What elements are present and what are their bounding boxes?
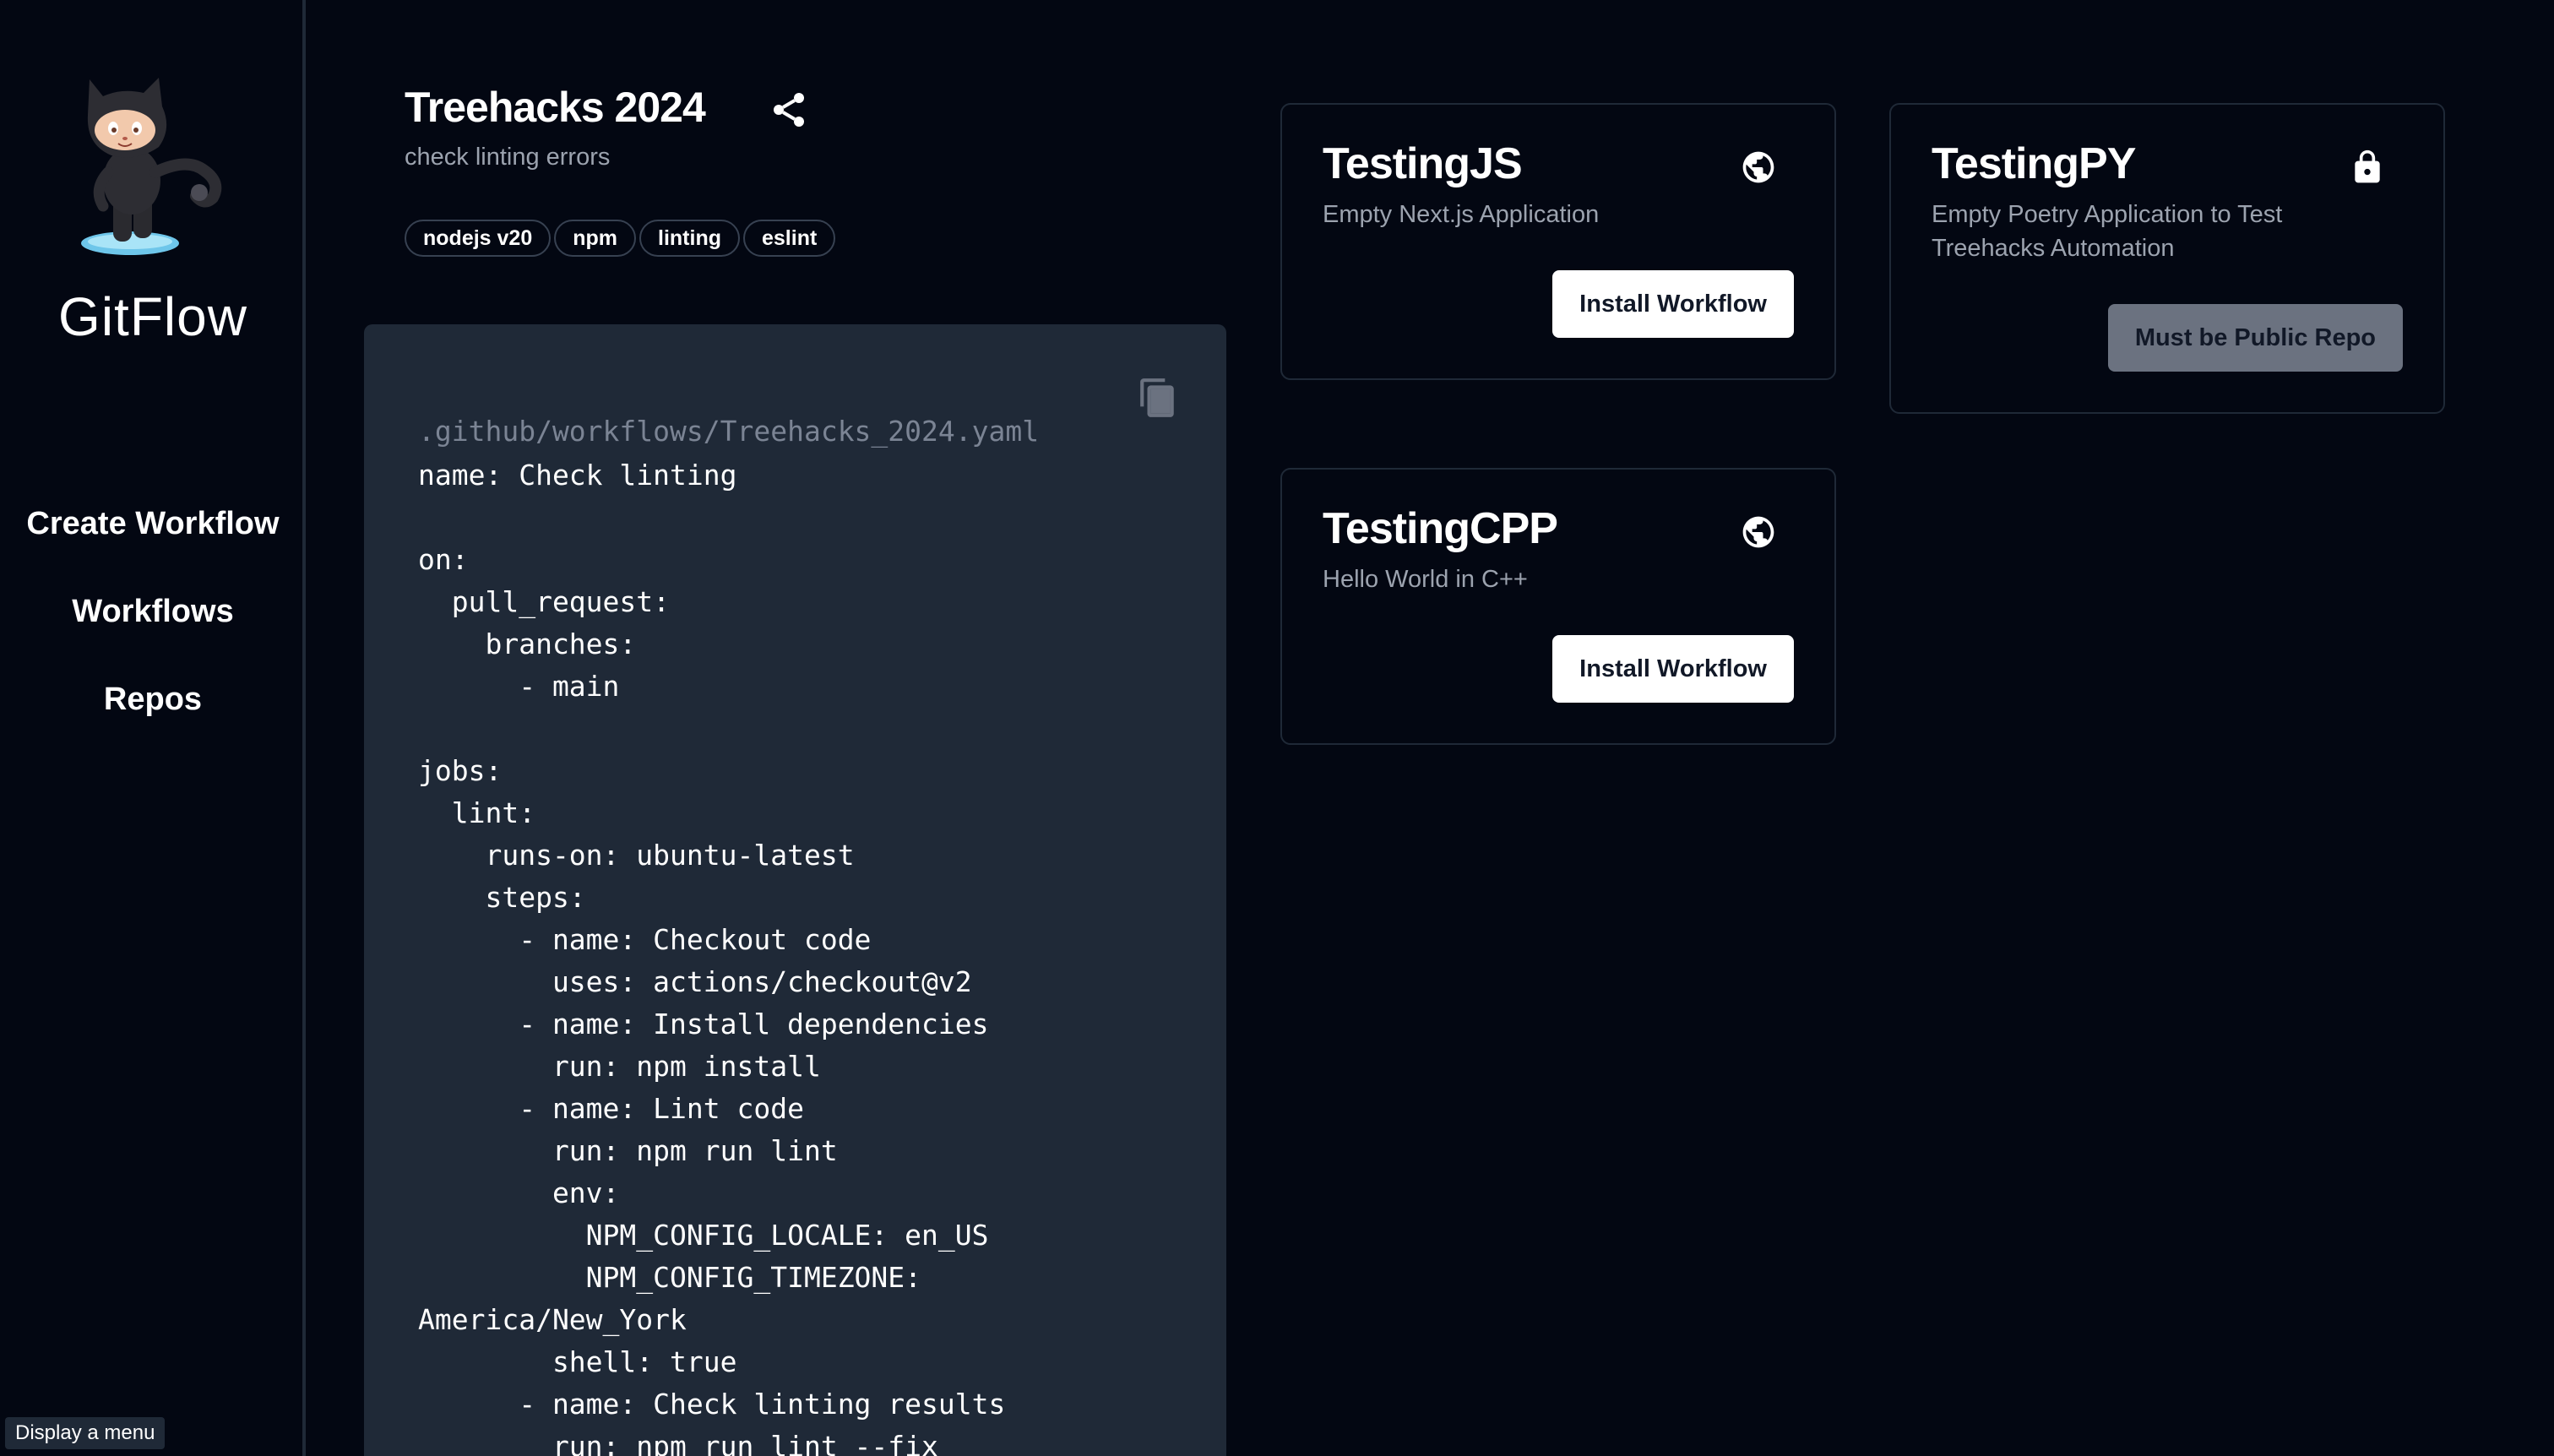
copy-icon[interactable]	[1137, 377, 1179, 419]
workflow-title: Treehacks 2024	[405, 84, 706, 131]
tag-chip: npm	[554, 220, 637, 257]
octocat-mascot-logo	[81, 78, 222, 255]
must-be-public-repo-button[interactable]: Must be Public Repo	[2107, 304, 2403, 372]
workflow-code-panel[interactable]: .github/workflows/Treehacks_2024.yaml na…	[364, 324, 1226, 1456]
workflow-tags: nodejs v20 npm linting eslint	[405, 220, 836, 257]
repo-card-testingjs: TestingJS Empty Next.js Application Inst…	[1280, 103, 1836, 380]
nav-workflows[interactable]: Workflows	[0, 586, 306, 674]
app-brand: GitFlow	[58, 286, 247, 347]
repo-description: Empty Poetry Application to Test Treehac…	[1932, 201, 2283, 262]
install-workflow-button[interactable]: Install Workflow	[1552, 635, 1794, 703]
tag-chip: nodejs v20	[405, 220, 552, 257]
repo-name: TestingJS	[1323, 139, 1523, 188]
sidebar-nav: Create Workflow Workflows Repos	[0, 498, 306, 762]
workflow-yaml-code[interactable]: name: Check linting on: pull_request: br…	[418, 454, 1005, 1456]
globe-icon	[1742, 516, 1774, 548]
install-workflow-button[interactable]: Install Workflow	[1552, 270, 1794, 338]
repo-name: TestingPY	[1932, 139, 2136, 188]
nav-repos[interactable]: Repos	[0, 674, 306, 762]
menu-tooltip: Display a menu	[5, 1417, 166, 1449]
workflow-file-path: .github/workflows/Treehacks_2024.yaml	[418, 415, 1040, 448]
sidebar: GitFlow Create Workflow Workflows Repos	[0, 0, 306, 1456]
repo-description: Hello World in C++	[1323, 566, 1528, 593]
repo-name: TestingCPP	[1323, 504, 1558, 553]
globe-icon	[1742, 151, 1774, 183]
repo-card-testingpy: TestingPY Empty Poetry Application to Te…	[1889, 103, 2445, 414]
share-icon[interactable]	[769, 90, 809, 130]
repo-card-testingcpp: TestingCPP Hello World in C++ Install Wo…	[1280, 468, 1836, 745]
nav-create-workflow[interactable]: Create Workflow	[0, 498, 306, 586]
repo-description: Empty Next.js Application	[1323, 201, 1600, 228]
tag-chip: eslint	[743, 220, 836, 257]
lock-icon	[2355, 149, 2380, 183]
tag-chip: linting	[639, 220, 740, 257]
workflow-description: check linting errors	[405, 144, 611, 171]
